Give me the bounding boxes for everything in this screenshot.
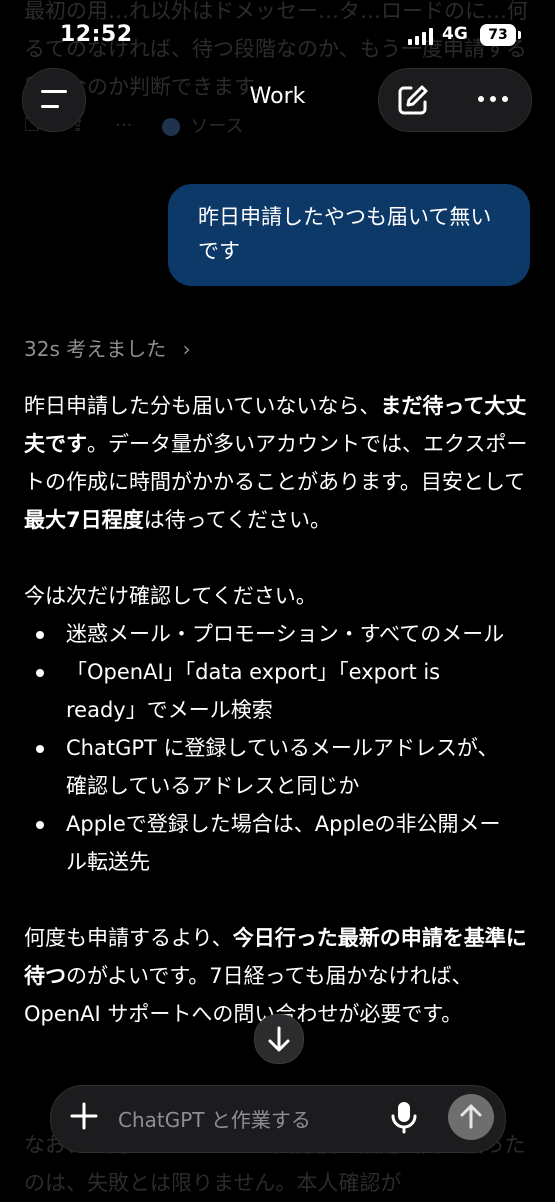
list-item: Appleで登録した場合は、Appleの非公開メール転送先 bbox=[24, 805, 506, 881]
answer-paragraph-1: 昨日申請した分も届いていないなら、まだ待って大丈夫です。データ量が多いアカウント… bbox=[24, 394, 528, 532]
more-icon[interactable] bbox=[478, 96, 508, 102]
answer-paragraph-2: 今は次だけ確認してください。 bbox=[24, 584, 317, 608]
signal-icon bbox=[408, 27, 433, 45]
list-item: ChatGPT に登録しているメールアドレスが、確認しているアドレスと同じか bbox=[24, 729, 506, 805]
assistant-message: 昨日申請した分も届いていないなら、まだ待って大丈夫です。データ量が多いアカウント… bbox=[24, 387, 539, 1033]
scroll-down-button[interactable] bbox=[254, 1014, 304, 1064]
network-type: 4G bbox=[442, 24, 468, 44]
composer-placeholder[interactable]: ChatGPT と作業する bbox=[118, 1104, 311, 1133]
arrow-up-icon bbox=[460, 1104, 482, 1129]
battery-icon: 73 bbox=[480, 24, 516, 46]
send-button[interactable] bbox=[448, 1094, 494, 1140]
status-time: 12:52 bbox=[60, 22, 133, 47]
plus-icon[interactable] bbox=[66, 1098, 102, 1134]
battery-cap bbox=[518, 31, 521, 39]
arrow-down-icon bbox=[268, 1026, 290, 1052]
compose-icon[interactable] bbox=[396, 83, 430, 117]
mic-icon[interactable] bbox=[388, 1099, 420, 1135]
thinking-label: 32s 考えました bbox=[24, 337, 167, 361]
chevron-right-icon: › bbox=[182, 337, 191, 361]
more-icon-faded: ··· bbox=[115, 114, 133, 136]
thinking-toggle[interactable]: 32s 考えました › bbox=[24, 333, 191, 362]
checklist: 迷惑メール・プロモーション・すべてのメール 「OpenAI」「data expo… bbox=[24, 615, 539, 881]
sources-chip: ソース bbox=[162, 112, 244, 138]
list-item: 迷惑メール・プロモーション・すべてのメール bbox=[24, 615, 506, 653]
user-message-bubble: 昨日申請したやつも届いて無いです bbox=[168, 184, 530, 286]
list-item: 「OpenAI」「data export」「export is ready」でメ… bbox=[24, 653, 506, 729]
